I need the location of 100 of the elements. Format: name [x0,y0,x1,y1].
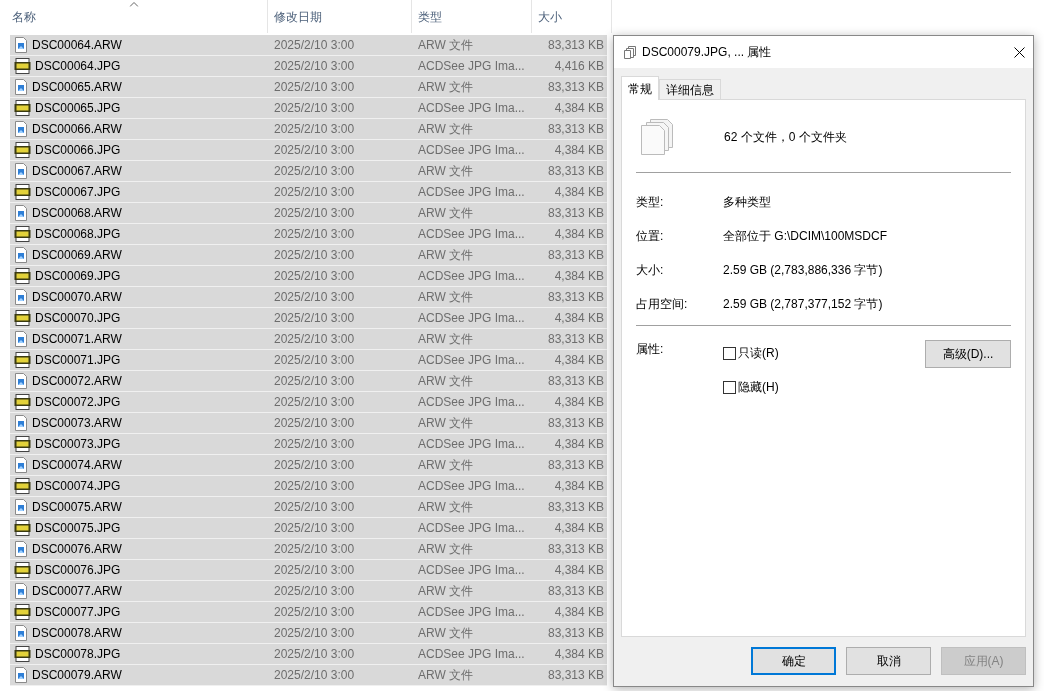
file-row[interactable]: DSC00078.JPG 2025/2/10 3:00 ACDSee JPG Ima... 4,384 KB [10,644,607,665]
file-row[interactable]: DSC00078.ARW 2025/2/10 3:00 ARW 文件 83,313 KB [10,623,607,644]
file-name: DSC00074.ARW [32,457,122,474]
file-row[interactable]: DSC00068.JPG 2025/2/10 3:00 ACDSee JPG Ima... 4,384 KB [10,224,607,245]
file-name: DSC00077.ARW [32,583,122,600]
file-row[interactable]: DSC00064.ARW 2025/2/10 3:00 ARW 文件 83,313 KB [10,35,607,56]
type-cell-text: ARW 文件 [417,79,475,96]
file-row[interactable]: DSC00067.ARW 2025/2/10 3:00 ARW 文件 83,313 KB [10,161,607,182]
field-value: 2.59 GB (2,783,886,336 字节) [723,262,883,279]
date-cell-text: 2025/2/10 3:00 [273,373,356,390]
column-header[interactable]: 名称 [0,0,268,33]
date-cell-text: 2025/2/10 3:00 [273,58,356,75]
dialog-button[interactable]: 确定 [751,647,836,675]
file-name: DSC00071.ARW [32,331,122,348]
image-file-icon [14,289,28,305]
file-name: DSC00064.ARW [32,37,122,54]
size-cell-text: 83,313 KB [546,499,605,516]
size-cell-text: 83,313 KB [546,373,605,390]
size-cell-text: 83,313 KB [546,79,605,96]
file-row[interactable]: DSC00072.JPG 2025/2/10 3:00 ACDSee JPG Ima... 4,384 KB [10,392,607,413]
size-cell-text: 4,416 KB [553,58,605,75]
column-header[interactable]: 类型 [412,0,532,33]
advanced-button[interactable]: 高级(D)... [925,340,1011,368]
column-header[interactable]: 大小 [532,0,612,33]
date-cell-text: 2025/2/10 3:00 [273,394,356,411]
type-cell-text: ACDSee JPG Ima... [417,646,522,663]
file-row[interactable]: DSC00069.JPG 2025/2/10 3:00 ACDSee JPG Ima... 4,384 KB [10,266,607,287]
date-cell-text: 2025/2/10 3:00 [273,520,356,537]
file-name: DSC00075.JPG [35,520,121,537]
image-file-icon [14,310,31,326]
date-cell-text: 2025/2/10 3:00 [273,352,356,369]
file-row[interactable]: DSC00072.ARW 2025/2/10 3:00 ARW 文件 83,313 KB [10,371,607,392]
date-cell-text: 2025/2/10 3:00 [273,79,356,96]
column-header[interactable]: 修改日期 [268,0,412,33]
type-cell-text: ACDSee JPG Ima... [417,184,522,201]
file-name: DSC00069.ARW [32,247,122,264]
file-row[interactable]: DSC00064.JPG 2025/2/10 3:00 ACDSee JPG Ima... 4,416 KB [10,56,607,77]
type-cell-text: ARW 文件 [417,541,475,558]
size-cell-text: 4,384 KB [553,436,605,453]
file-row[interactable]: DSC00077.JPG 2025/2/10 3:00 ACDSee JPG Ima... 4,384 KB [10,602,607,623]
file-row[interactable]: DSC00067.JPG 2025/2/10 3:00 ACDSee JPG Ima... 4,384 KB [10,182,607,203]
size-cell-text: 83,313 KB [546,415,605,432]
size-cell-text: 83,313 KB [546,331,605,348]
file-row[interactable]: DSC00074.ARW 2025/2/10 3:00 ARW 文件 83,313 KB [10,455,607,476]
file-row[interactable]: DSC00068.ARW 2025/2/10 3:00 ARW 文件 83,313 KB [10,203,607,224]
date-cell-text: 2025/2/10 3:00 [273,268,356,285]
file-name: DSC00065.JPG [35,100,121,117]
file-row[interactable]: DSC00076.JPG 2025/2/10 3:00 ACDSee JPG Ima... 4,384 KB [10,560,607,581]
file-row[interactable]: DSC00071.JPG 2025/2/10 3:00 ACDSee JPG Ima... 4,384 KB [10,350,607,371]
date-cell-text: 2025/2/10 3:00 [273,100,356,117]
file-row[interactable]: DSC00077.ARW 2025/2/10 3:00 ARW 文件 83,313 KB [10,581,607,602]
image-file-icon [14,436,31,452]
date-cell-text: 2025/2/10 3:00 [273,562,356,579]
file-row[interactable]: DSC00073.JPG 2025/2/10 3:00 ACDSee JPG Ima... 4,384 KB [10,434,607,455]
file-row[interactable]: DSC00070.ARW 2025/2/10 3:00 ARW 文件 83,313 KB [10,287,607,308]
field-label: 大小: [636,262,665,279]
image-file-icon [14,478,31,494]
file-row[interactable]: DSC00066.ARW 2025/2/10 3:00 ARW 文件 83,313 KB [10,119,607,140]
type-cell-text: ARW 文件 [417,163,475,180]
date-cell-text: 2025/2/10 3:00 [273,604,356,621]
type-cell-text: ARW 文件 [417,205,475,222]
file-row[interactable]: DSC00066.JPG 2025/2/10 3:00 ACDSee JPG Ima... 4,384 KB [10,140,607,161]
image-file-icon [14,184,31,200]
file-row[interactable]: DSC00065.ARW 2025/2/10 3:00 ARW 文件 83,313 KB [10,77,607,98]
file-row[interactable]: DSC00071.ARW 2025/2/10 3:00 ARW 文件 83,313 KB [10,329,607,350]
file-name: DSC00071.JPG [35,352,121,369]
file-row[interactable]: DSC00069.ARW 2025/2/10 3:00 ARW 文件 83,313 KB [10,245,607,266]
size-cell-text: 4,384 KB [553,310,605,327]
file-row[interactable]: DSC00076.ARW 2025/2/10 3:00 ARW 文件 83,313 KB [10,539,607,560]
tab[interactable]: 详细信息 [659,79,721,99]
size-cell-text: 83,313 KB [546,163,605,180]
checkbox[interactable]: 隐藏(H) [723,378,925,396]
file-row[interactable]: DSC00075.ARW 2025/2/10 3:00 ARW 文件 83,313 KB [10,497,607,518]
file-name: DSC00064.JPG [35,58,121,75]
file-row[interactable]: DSC00079.ARW 2025/2/10 3:00 ARW 文件 83,313 KB [10,665,607,686]
close-icon[interactable] [1014,46,1025,58]
size-cell-text: 4,384 KB [553,268,605,285]
date-cell-text: 2025/2/10 3:00 [273,478,356,495]
tab[interactable]: 常规 [621,76,659,100]
dialog-button[interactable]: 取消 [846,647,931,675]
file-name: DSC00068.ARW [32,205,122,222]
type-cell-text: ARW 文件 [417,667,475,684]
date-cell-text: 2025/2/10 3:00 [273,121,356,138]
type-cell-text: ARW 文件 [417,289,475,306]
type-cell-text: ACDSee JPG Ima... [417,100,522,117]
documents-icon [624,45,636,59]
file-row[interactable]: DSC00073.ARW 2025/2/10 3:00 ARW 文件 83,313 KB [10,413,607,434]
file-row[interactable]: DSC00075.JPG 2025/2/10 3:00 ACDSee JPG Ima... 4,384 KB [10,518,607,539]
checkbox[interactable]: 只读(R) [723,344,925,362]
size-cell-text: 4,384 KB [553,646,605,663]
size-cell-text: 4,384 KB [553,394,605,411]
type-cell-text: ACDSee JPG Ima... [417,520,522,537]
file-row[interactable]: DSC00074.JPG 2025/2/10 3:00 ACDSee JPG Ima... 4,384 KB [10,476,607,497]
image-file-icon [14,58,31,74]
file-row[interactable]: DSC00065.JPG 2025/2/10 3:00 ACDSee JPG Ima... 4,384 KB [10,98,607,119]
size-cell-text: 4,384 KB [553,100,605,117]
file-name: DSC00065.ARW [32,79,122,96]
file-name: DSC00072.ARW [32,373,122,390]
file-row[interactable]: DSC00070.JPG 2025/2/10 3:00 ACDSee JPG Ima... 4,384 KB [10,308,607,329]
selection-summary: 62 个文件，0 个文件夹 [724,129,847,146]
